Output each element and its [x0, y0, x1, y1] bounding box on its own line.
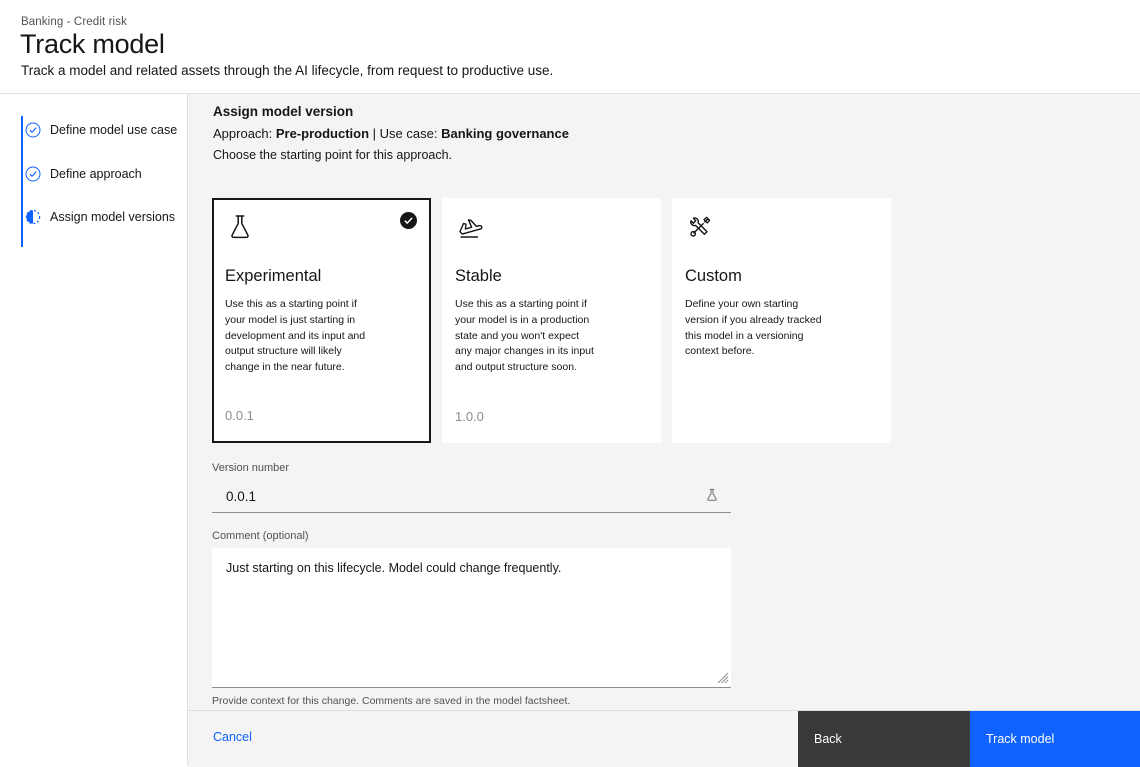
version-form: Version number 0.0.1 Comment (optional) … — [212, 462, 731, 707]
action-footer: Cancel Back Track model — [188, 710, 1140, 767]
plane-takeoff-icon — [454, 211, 486, 243]
sidebar-item-label: Assign model versions — [50, 210, 176, 224]
flask-icon — [704, 487, 720, 503]
version-number-input[interactable]: 0.0.1 — [212, 480, 731, 513]
back-button[interactable]: Back — [798, 711, 970, 767]
card-experimental[interactable]: Experimental Use this as a starting poin… — [212, 198, 431, 443]
track-model-button[interactable]: Track model — [970, 711, 1140, 767]
card-version: 0.0.1 — [225, 408, 254, 423]
comment-value: Just starting on this lifecycle. Model c… — [226, 561, 562, 575]
card-title: Stable — [455, 267, 502, 285]
instruction-text: Choose the starting point for this appro… — [213, 148, 453, 162]
check-circle-icon — [25, 166, 41, 182]
page-title: Track model — [20, 29, 165, 59]
main-content-panel: Assign model version Approach: Pre-produ… — [188, 94, 1140, 766]
card-version: 1.0.0 — [455, 409, 484, 424]
page-subtitle: Track a model and related assets through… — [21, 63, 554, 78]
sidebar-item-label: Define approach — [50, 167, 142, 181]
version-number-label: Version number — [212, 462, 290, 474]
line-separator: | — [369, 126, 380, 141]
starting-point-card-group: Experimental Use this as a starting poin… — [212, 198, 891, 443]
approach-label: Approach: — [213, 126, 276, 141]
selected-check-icon — [400, 212, 417, 229]
progress-sidebar: Define model use case Define approach As… — [0, 94, 188, 766]
check-circle-icon — [25, 122, 41, 138]
sidebar-item-label: Define model use case — [50, 123, 178, 137]
progress-rail — [21, 116, 23, 247]
page-header: Banking - Credit risk Track model Track … — [0, 0, 1140, 94]
breadcrumb[interactable]: Banking - Credit risk — [21, 16, 127, 28]
sidebar-item-define-model-use-case[interactable]: Define model use case — [25, 120, 177, 140]
card-description: Define your own starting version if you … — [685, 298, 822, 358]
usecase-label: Use case: — [379, 126, 442, 141]
half-circle-icon — [25, 209, 41, 225]
sidebar-item-define-approach[interactable]: Define approach — [25, 164, 142, 184]
resize-grip-icon[interactable] — [714, 669, 729, 684]
body-wrapper: Define model use case Define approach As… — [0, 94, 1140, 767]
card-title: Experimental — [225, 267, 322, 285]
approach-value: Pre-production — [275, 126, 370, 141]
version-number-value: 0.0.1 — [226, 488, 257, 504]
card-title: Custom — [685, 267, 742, 285]
card-stable[interactable]: Stable Use this as a starting point if y… — [442, 198, 661, 443]
card-description: Use this as a starting point if your mod… — [455, 298, 594, 373]
section-title: Assign model version — [213, 104, 354, 119]
tools-icon — [684, 211, 716, 243]
comment-helper-text: Provide context for this change. Comment… — [212, 695, 571, 707]
card-custom[interactable]: Custom Define your own starting version … — [672, 198, 891, 443]
approach-usecase-line: Approach: Pre-production | Use case: Ban… — [213, 126, 569, 141]
comment-block: Comment (optional) Just starting on this… — [212, 530, 731, 707]
comment-textarea[interactable]: Just starting on this lifecycle. Model c… — [212, 548, 731, 688]
card-description: Use this as a starting point if your mod… — [225, 298, 366, 373]
usecase-value: Banking governance — [441, 126, 569, 141]
flask-icon — [224, 211, 256, 243]
cancel-button[interactable]: Cancel — [213, 730, 252, 744]
sidebar-item-assign-model-versions[interactable]: Assign model versions — [25, 207, 175, 227]
comment-label: Comment (optional) — [212, 530, 309, 542]
